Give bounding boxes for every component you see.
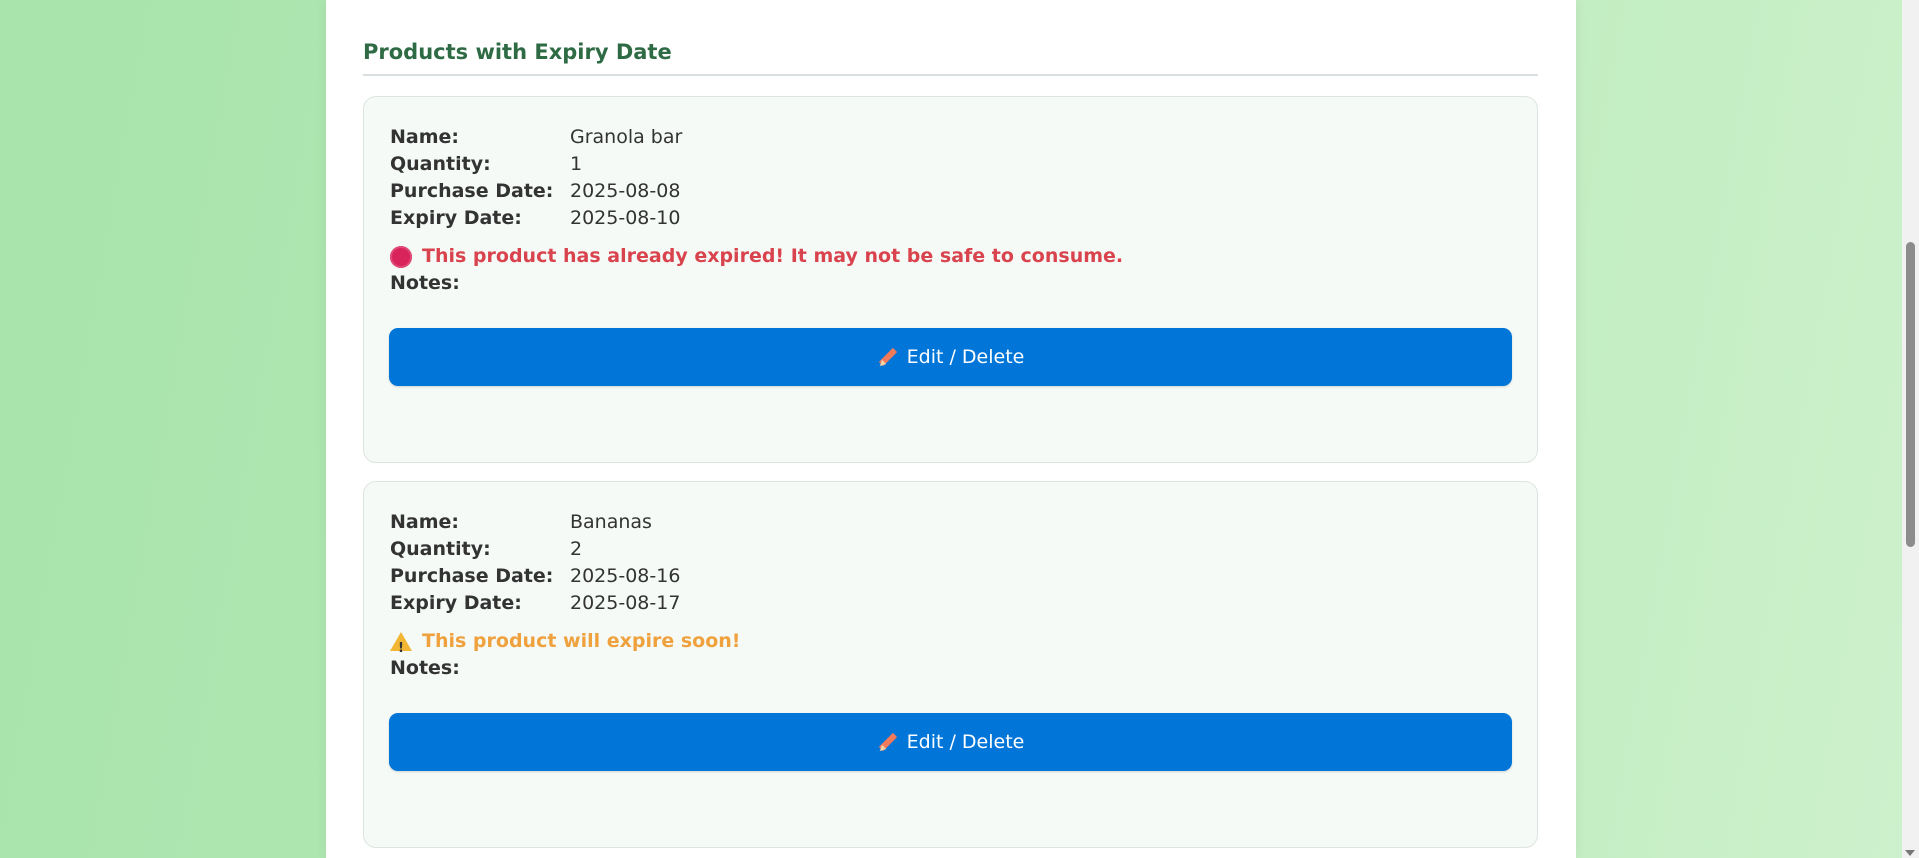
edit-delete-label: Edit / Delete <box>906 731 1025 753</box>
expiry-date-row: Expiry Date: 2025-08-10 <box>390 205 680 232</box>
expiry-date-label: Expiry Date: <box>390 207 522 229</box>
purchase-date: 2025-08-08 <box>570 180 681 202</box>
purchase-date-row: Purchase Date: 2025-08-08 <box>390 178 680 205</box>
product-quantity-row: Quantity: 1 <box>390 151 582 178</box>
notes-label: Notes: <box>390 270 460 297</box>
quantity-label: Quantity: <box>390 538 491 560</box>
product-name-row: Name: Granola bar <box>390 124 682 151</box>
notes-label: Notes: <box>390 655 460 682</box>
purchase-date-label: Purchase Date: <box>390 565 554 587</box>
expiry-date: 2025-08-17 <box>570 592 681 614</box>
edit-delete-button[interactable]: Edit / Delete <box>389 713 1512 771</box>
expired-warning-text: This product has already expired! It may… <box>422 245 1124 267</box>
product-name: Granola bar <box>570 126 683 148</box>
purchase-date-label: Purchase Date: <box>390 180 554 202</box>
warning-icon <box>390 632 412 662</box>
expiry-date-row: Expiry Date: 2025-08-17 <box>390 590 680 617</box>
vertical-scrollbar[interactable] <box>1902 0 1919 858</box>
expired-warning: This product has already expired! It may… <box>390 243 1123 270</box>
notes-label-text: Notes: <box>390 657 460 679</box>
edit-delete-button[interactable]: Edit / Delete <box>389 328 1512 386</box>
scroll-down-arrow-icon[interactable] <box>1905 850 1915 856</box>
pencil-icon <box>877 346 899 368</box>
section-title: Products with Expiry Date <box>363 40 672 64</box>
expiry-date-label: Expiry Date: <box>390 592 522 614</box>
name-label: Name: <box>390 511 460 533</box>
notes-label-text: Notes: <box>390 272 460 294</box>
section-divider <box>363 74 1538 76</box>
expiring-soon-warning-text: This product will expire soon! <box>422 630 741 652</box>
product-quantity-row: Quantity: 2 <box>390 536 582 563</box>
edit-delete-label: Edit / Delete <box>906 346 1025 368</box>
stop-icon <box>390 245 412 268</box>
expiring-soon-warning: This product will expire soon! <box>390 628 741 662</box>
product-quantity: 1 <box>570 153 583 175</box>
expiry-date: 2025-08-10 <box>570 207 681 229</box>
name-label: Name: <box>390 126 460 148</box>
main-content: Products with Expiry Date Name: Granola b… <box>326 0 1576 858</box>
product-name: Bananas <box>570 511 652 533</box>
product-quantity: 2 <box>570 538 583 560</box>
product-card: Name: Granola bar Quantity: 1 Purchase Dat… <box>363 96 1538 463</box>
purchase-date-row: Purchase Date: 2025-08-16 <box>390 563 680 590</box>
purchase-date: 2025-08-16 <box>570 565 681 587</box>
scrollbar-thumb[interactable] <box>1906 242 1915 547</box>
quantity-label: Quantity: <box>390 153 491 175</box>
product-card: Name: Bananas Quantity: 2 Purchase Date: 20… <box>363 481 1538 848</box>
pencil-icon <box>877 731 899 753</box>
product-name-row: Name: Bananas <box>390 509 652 536</box>
